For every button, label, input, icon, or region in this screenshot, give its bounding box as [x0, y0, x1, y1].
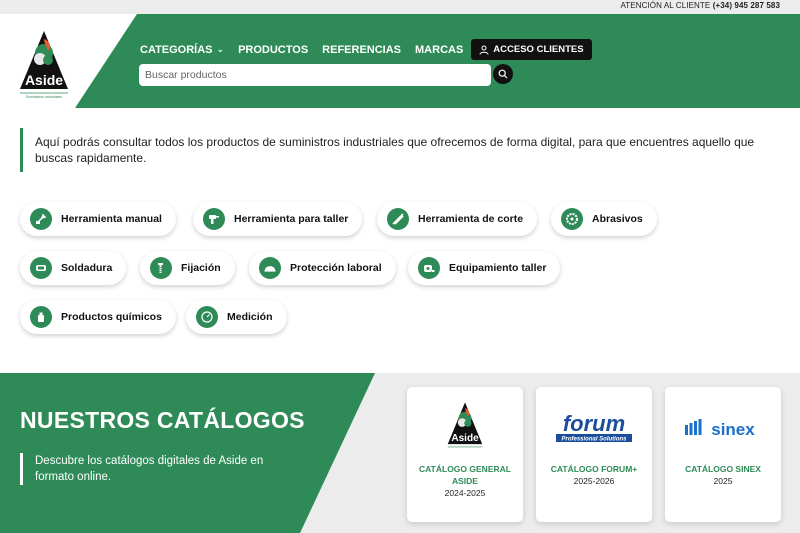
category-productos-quimicos[interactable]: Productos químicos — [20, 300, 176, 334]
catalogs-description: Descubre los catálogos digitales de Asid… — [20, 453, 280, 485]
category-herramienta-taller[interactable]: Herramienta para taller — [193, 202, 363, 236]
category-herramienta-manual[interactable]: Herramienta manual — [20, 202, 176, 236]
saw-icon — [387, 208, 409, 230]
tape-icon — [418, 257, 440, 279]
catalog-card-aside[interactable]: Aside CATÁLOGO GENERAL ASIDE 2024-2025 — [407, 387, 523, 522]
contact-phone[interactable]: (+34) 945 287 583 — [713, 1, 780, 10]
category-fijacion[interactable]: Fijación — [140, 251, 235, 285]
svg-text:Professional Solutions: Professional Solutions — [561, 437, 627, 443]
gauge-icon — [196, 306, 218, 328]
nav-referencias[interactable]: REFERENCIAS — [322, 44, 401, 56]
intro-text: Aquí podrás consultar todos los producto… — [20, 128, 780, 172]
sinex-catalog-logo: sinex — [665, 399, 781, 459]
screw-icon — [150, 257, 172, 279]
logo-subtitle: Suministros Industriales — [26, 95, 62, 99]
nav-categorias[interactable]: CATEGORÍAS ⌄ — [140, 44, 224, 56]
catalog-card-forum[interactable]: forum Professional Solutions CATÁLOGO FO… — [536, 387, 652, 522]
category-herramienta-corte[interactable]: Herramienta de corte — [377, 202, 538, 236]
svg-text:sinex: sinex — [711, 420, 755, 439]
search-input[interactable] — [145, 69, 485, 81]
disc-icon — [561, 208, 583, 230]
customer-access-button[interactable]: ACCESO CLIENTES — [471, 39, 592, 60]
customer-service-contact: ATENCIÓN AL CLIENTE (+34) 945 287 583 — [620, 1, 780, 10]
forum-catalog-logo: forum Professional Solutions — [536, 399, 652, 459]
catalog-name: CATÁLOGO SINEX — [685, 464, 761, 474]
catalog-name: CATÁLOGO GENERAL ASIDE — [419, 464, 511, 486]
welding-icon — [30, 257, 52, 279]
helmet-icon — [259, 257, 281, 279]
aside-logo[interactable]: Aside Suministros Industriales — [18, 29, 70, 107]
main-nav: CATEGORÍAS ⌄ PRODUCTOS REFERENCIAS MARCA… — [140, 39, 592, 60]
category-equipamiento-taller[interactable]: Equipamiento taller — [408, 251, 561, 285]
site-header: Aside Suministros Industriales CATEGORÍA… — [0, 14, 800, 108]
user-icon — [479, 45, 489, 55]
aside-catalog-logo: Aside — [407, 399, 523, 459]
svg-text:forum: forum — [563, 411, 625, 436]
category-abrasivos[interactable]: Abrasivos — [551, 202, 657, 236]
catalog-card-sinex[interactable]: sinex CATÁLOGO SINEX 2025 — [665, 387, 781, 522]
catalog-years: 2025-2026 — [573, 476, 615, 486]
category-proteccion-laboral[interactable]: Protección laboral — [249, 251, 396, 285]
catalogs-title: NUESTROS CATÁLOGOS — [20, 407, 305, 433]
logo-wordmark: Aside — [25, 72, 63, 88]
search-bar — [139, 64, 491, 86]
catalog-years: 2025 — [713, 476, 733, 486]
search-icon — [498, 69, 508, 79]
drill-icon — [203, 208, 225, 230]
spray-icon — [30, 306, 52, 328]
contact-label: ATENCIÓN AL CLIENTE — [620, 1, 711, 10]
catalogs-section: NUESTROS CATÁLOGOS Descubre los catálogo… — [0, 373, 800, 533]
search-button[interactable] — [493, 64, 513, 84]
category-soldadura[interactable]: Soldadura — [20, 251, 127, 285]
catalog-years: 2024-2025 — [444, 488, 486, 498]
catalog-name: CATÁLOGO FORUM+ — [550, 464, 638, 474]
hand-tool-icon — [30, 208, 52, 230]
nav-productos[interactable]: PRODUCTOS — [238, 44, 308, 56]
svg-text:Aside: Aside — [451, 433, 479, 444]
nav-marcas[interactable]: MARCAS — [415, 44, 463, 56]
category-medicion[interactable]: Medición — [186, 300, 287, 334]
top-bar: ATENCIÓN AL CLIENTE (+34) 945 287 583 — [0, 0, 800, 14]
chevron-down-icon: ⌄ — [216, 44, 225, 54]
